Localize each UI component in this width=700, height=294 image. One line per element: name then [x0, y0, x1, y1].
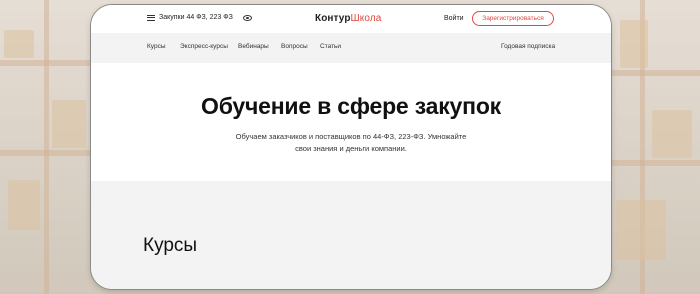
page-title: Обучение в сфере закупок — [201, 93, 501, 119]
nav-bar: Курсы Экспресс-курсы Вебинары Вопросы Ст… — [91, 33, 611, 63]
topic-label: Закупки 44 ФЗ, 223 ФЗ — [159, 14, 233, 21]
top-bar: Закупки 44 ФЗ, 223 ФЗ КонтурШкола Войти … — [91, 5, 611, 33]
logo-kontur: Контур — [315, 13, 351, 24]
courses-heading: Курсы — [143, 235, 198, 256]
nav-item-courses[interactable]: Курсы — [147, 43, 166, 50]
nav-item-webinars[interactable]: Вебинары — [238, 43, 269, 50]
login-link[interactable]: Войти — [444, 15, 464, 22]
courses-section: Курсы — [91, 181, 611, 289]
page-subtitle: Обучаем заказчиков и поставщиков по 44-Ф… — [235, 132, 467, 153]
nav-item-questions[interactable]: Вопросы — [281, 43, 308, 50]
annual-subscription-link[interactable]: Годовая подписка — [501, 43, 555, 50]
register-button[interactable]: Зарегистрироваться — [472, 11, 554, 26]
eye-icon[interactable] — [242, 14, 252, 21]
browser-window: Закупки 44 ФЗ, 223 ФЗ КонтурШкола Войти … — [90, 4, 612, 290]
logo[interactable]: КонтурШкола — [315, 13, 381, 24]
menu-icon[interactable] — [147, 14, 155, 21]
nav-item-articles[interactable]: Статьи — [320, 43, 341, 50]
hero-section: Обучение в сфере закупок Обучаем заказчи… — [91, 63, 611, 181]
nav-item-express-courses[interactable]: Экспресс-курсы — [180, 43, 228, 50]
topic-selector[interactable]: Закупки 44 ФЗ, 223 ФЗ — [147, 14, 252, 21]
logo-shkola: Школа — [350, 13, 382, 24]
